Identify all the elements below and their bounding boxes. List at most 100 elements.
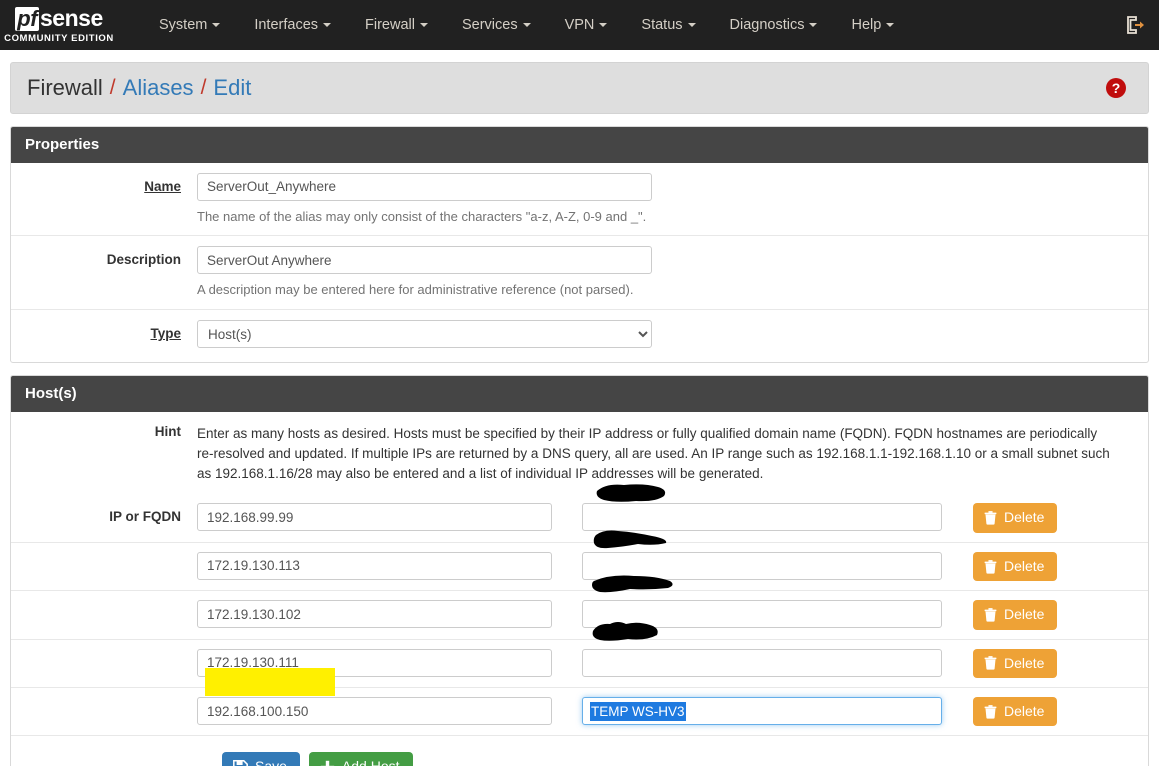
chevron-down-icon <box>886 23 895 28</box>
nav-item-interfaces-label: Interfaces <box>254 17 319 33</box>
trash-icon <box>984 559 997 574</box>
properties-panel: Properties Name The name of the alias ma… <box>10 126 1149 364</box>
host-description-input[interactable] <box>582 551 942 580</box>
trash-icon <box>984 608 997 622</box>
host-description-input[interactable] <box>582 697 942 725</box>
chevron-down-icon <box>323 23 332 28</box>
breadcrumb-firewall: Firewall <box>27 75 103 100</box>
nav-item-firewall[interactable]: Firewall <box>348 0 445 50</box>
logo-sense-text: sense <box>40 5 103 32</box>
nav-item-services[interactable]: Services <box>445 0 548 50</box>
ip-or-fqdn-label-spacer <box>11 600 197 606</box>
nav-item-firewall-label: Firewall <box>365 17 415 33</box>
description-row: Description A description may be entered… <box>11 236 1148 311</box>
type-select[interactable]: Host(s) <box>197 320 652 349</box>
host-row: IP or FQDN Delete <box>11 494 1148 543</box>
breadcrumb-separator: / <box>109 76 116 99</box>
description-input[interactable] <box>197 246 652 275</box>
chevron-down-icon <box>419 23 428 28</box>
hint-label: Hint <box>154 423 181 439</box>
delete-host-button[interactable]: Delete <box>973 503 1058 533</box>
properties-panel-heading: Properties <box>11 127 1148 163</box>
name-row: Name The name of the alias may only cons… <box>11 163 1148 237</box>
logo-wordmark: pf sense <box>15 5 103 32</box>
host-ip-input[interactable] <box>197 600 552 629</box>
save-button[interactable]: Save <box>222 752 300 766</box>
save-button-label: Save <box>255 758 287 766</box>
chevron-down-icon <box>599 23 608 28</box>
logo-pf-text: pf <box>15 5 40 31</box>
delete-host-button-label: Delete <box>1004 703 1045 719</box>
host-row: TEMP WS-HV3 Delete <box>11 688 1148 737</box>
help-icon[interactable]: ? <box>1106 78 1126 98</box>
nav-item-help[interactable]: Help <box>834 0 911 50</box>
ip-or-fqdn-label-spacer <box>11 649 197 655</box>
chevron-down-icon <box>687 23 696 28</box>
page: pf sense COMMUNITY EDITION System Interfa… <box>0 0 1159 766</box>
host-ip-input[interactable] <box>197 551 552 580</box>
description-label: Description <box>106 252 181 268</box>
nav-item-status-label: Status <box>641 17 683 33</box>
name-help-text: The name of the alias may only consist o… <box>197 208 647 224</box>
delete-host-button[interactable]: Delete <box>973 697 1058 727</box>
add-host-button[interactable]: Add Host <box>308 752 413 766</box>
breadcrumb-edit[interactable]: Edit <box>213 75 251 101</box>
host-description-input[interactable] <box>582 600 942 629</box>
nav-item-system[interactable]: System <box>142 0 237 50</box>
logout-icon[interactable] <box>1124 14 1146 36</box>
trash-icon <box>984 704 997 719</box>
delete-host-button-label: Delete <box>1004 606 1045 623</box>
pfsense-logo[interactable]: pf sense COMMUNITY EDITION <box>4 7 114 44</box>
host-ip-input[interactable] <box>197 503 552 532</box>
type-row: Type Host(s) <box>11 310 1148 362</box>
breadcrumb-aliases[interactable]: Aliases <box>123 75 194 101</box>
host-description-input[interactable] <box>582 648 942 677</box>
delete-host-button-label: Delete <box>1004 509 1045 526</box>
host-description-input[interactable] <box>582 503 942 532</box>
description-help-text: A description may be entered here for ad… <box>197 282 634 298</box>
hosts-panel-heading: Host(s) <box>11 376 1148 412</box>
nav-item-interfaces[interactable]: Interfaces <box>237 0 348 50</box>
nav-item-status[interactable]: Status <box>624 0 712 50</box>
type-label: Type <box>150 326 181 342</box>
host-row: Delete <box>11 591 1148 640</box>
name-label: Name <box>144 178 181 194</box>
nav-item-system-label: System <box>159 17 208 33</box>
trash-icon <box>984 511 997 525</box>
host-row: Delete <box>11 640 1148 688</box>
ip-or-fqdn-label-spacer <box>11 697 197 703</box>
delete-host-button[interactable]: Delete <box>973 648 1058 678</box>
breadcrumb: Firewall / Aliases / Edit ? <box>10 62 1149 114</box>
breadcrumb-separator: / <box>200 76 207 99</box>
plus-icon <box>320 760 335 766</box>
ip-or-fqdn-label-spacer <box>11 552 197 558</box>
hosts-panel: Host(s) Hint Enter as many hosts as desi… <box>10 375 1149 766</box>
nav-item-diagnostics[interactable]: Diagnostics <box>713 0 835 50</box>
hint-row: Hint Enter as many hosts as desired. Hos… <box>11 412 1148 495</box>
logo-edition-text: COMMUNITY EDITION <box>4 32 114 44</box>
ip-or-fqdn-label: IP or FQDN <box>109 509 181 525</box>
delete-host-button-label: Delete <box>1004 557 1045 574</box>
nav-item-services-label: Services <box>461 17 518 33</box>
delete-host-button[interactable]: Delete <box>973 551 1058 582</box>
host-row: Delete <box>11 543 1148 592</box>
nav-item-diagnostics-label: Diagnostics <box>729 17 805 33</box>
name-input[interactable] <box>197 172 652 201</box>
host-ip-input[interactable] <box>197 648 552 677</box>
nav-menu: System Interfaces Firewall Services VPN … <box>142 0 911 50</box>
delete-host-button[interactable]: Delete <box>973 600 1058 630</box>
nav-item-vpn[interactable]: VPN <box>548 0 625 50</box>
chevron-down-icon <box>212 23 221 28</box>
top-navigation-bar: pf sense COMMUNITY EDITION System Interfa… <box>0 0 1159 50</box>
nav-item-vpn-label: VPN <box>564 17 595 33</box>
delete-host-button-label: Delete <box>1004 654 1045 671</box>
floppy-disk-icon <box>233 759 248 766</box>
add-host-button-label: Add Host <box>342 758 400 766</box>
nav-item-help-label: Help <box>851 17 882 33</box>
host-ip-input[interactable] <box>197 697 552 725</box>
chevron-down-icon <box>809 23 818 28</box>
hint-text: Enter as many hosts as desired. Hosts mu… <box>197 425 1110 482</box>
chevron-down-icon <box>522 23 531 28</box>
form-actions: Save Add Host <box>11 736 1148 766</box>
trash-icon <box>984 656 997 670</box>
